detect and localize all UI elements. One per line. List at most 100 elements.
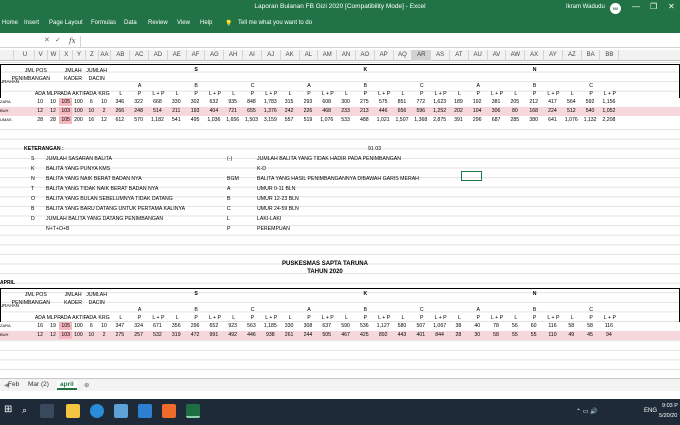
- task-view-icon[interactable]: [40, 404, 54, 418]
- column-header[interactable]: BB: [600, 50, 620, 61]
- group-c-header: C: [589, 307, 593, 313]
- table-cell: 347: [115, 323, 125, 329]
- tell-me-search[interactable]: Tell me what you want to do: [238, 20, 312, 26]
- legend-desc: BALITA YANG PUNYA KMS: [46, 166, 111, 172]
- column-header[interactable]: AH: [224, 50, 244, 61]
- table-cell: 892: [378, 332, 388, 338]
- lp-header: L: [175, 315, 179, 321]
- lp-header: L: [119, 91, 123, 97]
- column-header[interactable]: Y: [73, 50, 86, 61]
- formula-input[interactable]: [80, 36, 680, 47]
- tab-home[interactable]: Home: [2, 20, 18, 26]
- column-header[interactable]: AK: [281, 50, 300, 61]
- table-cell: 1,052: [602, 108, 616, 114]
- lp-header: L + P: [490, 91, 504, 97]
- store-icon[interactable]: [114, 404, 128, 418]
- tab-formulas[interactable]: Formulas: [91, 20, 116, 26]
- edge-icon[interactable]: [90, 404, 104, 418]
- header-s: S: [194, 67, 198, 73]
- avatar[interactable]: IW: [610, 3, 621, 14]
- column-header[interactable]: Z: [86, 50, 99, 61]
- column-header[interactable]: X: [60, 50, 74, 61]
- column-header[interactable]: W: [48, 50, 61, 61]
- table-cell: 19: [50, 323, 56, 329]
- user-name[interactable]: Ikram Wadudu: [566, 4, 605, 10]
- add-sheet-icon[interactable]: ⊕: [84, 381, 89, 389]
- tray-icons[interactable]: ⌃ ▭ 🔊: [576, 408, 598, 415]
- worksheet-grid[interactable]: JML POS PENIMBANGAN JMLAH KADER JUMLAH DACIN U…: [0, 62, 680, 377]
- column-header[interactable]: AA: [99, 50, 112, 61]
- tab-view[interactable]: View: [177, 20, 190, 26]
- table-cell: 308: [303, 323, 313, 329]
- column-header[interactable]: AX: [525, 50, 545, 61]
- column-header[interactable]: AE: [168, 50, 187, 61]
- table-cell: 55: [511, 332, 518, 338]
- table-cell: 848: [247, 99, 256, 105]
- column-header[interactable]: AJ: [262, 50, 281, 61]
- column-header[interactable]: AS: [431, 50, 450, 61]
- search-icon[interactable]: ⌕: [22, 405, 27, 416]
- select-all-corner[interactable]: [0, 50, 14, 61]
- firefox-icon[interactable]: [162, 404, 176, 418]
- close-button[interactable]: ✕: [668, 2, 675, 11]
- column-header[interactable]: AF: [187, 50, 206, 61]
- clock-time[interactable]: 9:03 P: [662, 403, 678, 409]
- column-header[interactable]: AU: [469, 50, 488, 61]
- tab-review[interactable]: Review: [148, 20, 168, 26]
- table-cell: 94: [605, 332, 612, 338]
- table-cell: 1,156: [602, 99, 616, 105]
- column-header[interactable]: AB: [111, 50, 131, 61]
- column-header[interactable]: AZ: [563, 50, 582, 61]
- column-header[interactable]: BA: [582, 50, 601, 61]
- table-cell: 10: [50, 99, 56, 105]
- table-cell: 632: [209, 99, 219, 105]
- column-header[interactable]: AI: [243, 50, 262, 61]
- column-header[interactable]: AD: [149, 50, 168, 61]
- table-cell: 103: [59, 331, 73, 339]
- column-header[interactable]: V: [35, 50, 48, 61]
- column-header[interactable]: AY: [544, 50, 563, 61]
- cancel-icon[interactable]: ✕: [44, 36, 50, 44]
- restore-button[interactable]: ❐: [650, 2, 657, 11]
- tab-page-layout[interactable]: Page Layout: [49, 20, 83, 26]
- column-header[interactable]: AO: [356, 50, 375, 61]
- group-b-header: B: [194, 307, 198, 313]
- check-icon[interactable]: ✓: [55, 36, 61, 44]
- excel-icon[interactable]: [186, 404, 200, 418]
- fx-icon[interactable]: fx: [69, 37, 76, 45]
- tab-insert[interactable]: Insert: [24, 20, 39, 26]
- clock-date[interactable]: 5/20/20: [659, 413, 677, 419]
- table-cell: 28: [50, 117, 56, 123]
- column-header[interactable]: AT: [450, 50, 469, 61]
- table-cell: 637: [322, 323, 332, 329]
- file-explorer-icon[interactable]: [66, 404, 80, 418]
- sheet-tab-feb[interactable]: Feb: [8, 381, 19, 388]
- table-cell: 58: [568, 323, 575, 329]
- minimize-button[interactable]: —: [632, 2, 640, 11]
- sheet-tab-april[interactable]: april: [57, 381, 77, 390]
- column-header[interactable]: AG: [205, 50, 225, 61]
- column-header[interactable]: AN: [337, 50, 356, 61]
- column-header[interactable]: AC: [130, 50, 150, 61]
- language-indicator[interactable]: ENG: [644, 408, 657, 414]
- column-header[interactable]: AP: [375, 50, 394, 61]
- column-header[interactable]: AW: [506, 50, 526, 61]
- column-header[interactable]: AL: [300, 50, 319, 61]
- windows-start-icon[interactable]: ⊞: [4, 404, 12, 415]
- vscode-icon[interactable]: [138, 404, 152, 418]
- column-header[interactable]: AM: [318, 50, 338, 61]
- column-header[interactable]: AQ: [394, 50, 413, 61]
- sheet-tab-mar[interactable]: Mar (2): [28, 381, 49, 388]
- column-header[interactable]: AV: [488, 50, 507, 61]
- column-header[interactable]: AR: [412, 50, 432, 61]
- column-header[interactable]: U: [16, 50, 35, 61]
- table-cell: 212: [529, 99, 538, 105]
- tab-data[interactable]: Data: [124, 20, 137, 26]
- table-cell: 100: [74, 323, 83, 329]
- active-cell[interactable]: [461, 171, 482, 181]
- group-a-header: A: [137, 83, 142, 89]
- header-jumlah: JUMLAH: [86, 292, 108, 298]
- tab-help[interactable]: Help: [200, 20, 212, 26]
- lp-header: L: [457, 315, 461, 321]
- table-cell: 612: [115, 117, 125, 123]
